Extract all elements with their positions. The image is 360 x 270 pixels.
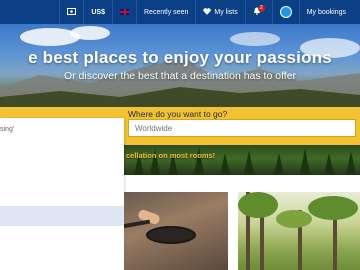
suggestion-option-highlighted[interactable] <box>0 206 124 226</box>
banknote-icon <box>67 7 77 17</box>
cloud <box>230 32 280 46</box>
my-lists-link[interactable]: My lists <box>195 0 244 24</box>
currency-label: US$ <box>91 8 105 16</box>
hero-title: e best places to enjoy your passions <box>28 48 332 67</box>
forest-banner <box>124 145 360 175</box>
destination-input[interactable] <box>128 119 356 137</box>
notifications-button[interactable]: 2 <box>244 0 272 24</box>
frying-pan-shape <box>146 226 196 244</box>
uk-flag-icon <box>120 9 129 15</box>
pan-handle-shape <box>124 219 151 229</box>
my-lists-label: My lists <box>214 8 238 16</box>
recently-seen-label: Recently seen <box>144 8 189 16</box>
my-bookings-link[interactable]: My bookings <box>298 0 360 24</box>
recently-seen-link[interactable]: Recently seen <box>136 0 195 24</box>
passion-card-cooking[interactable] <box>124 192 228 270</box>
promo-text: cellation on most rooms! <box>126 151 216 160</box>
currency-icon-button[interactable] <box>59 0 83 24</box>
top-nav: US$ Recently seen My lists 2 My bookings <box>0 0 360 24</box>
suggestions-panel: sing' <box>0 118 124 270</box>
destination-label: Where do you want to go? <box>128 109 228 119</box>
notification-badge: 2 <box>257 5 265 12</box>
suggestion-text: sing' <box>0 126 15 133</box>
heart-icon <box>203 7 212 17</box>
currency-selector[interactable]: US$ <box>83 0 112 24</box>
passion-card-nature[interactable] <box>238 192 360 270</box>
chat-bubble-icon <box>279 6 292 18</box>
chat-button[interactable] <box>271 0 299 24</box>
hero-subtitle: Or discover the best that a destination … <box>63 70 297 82</box>
hero-banner: e best places to enjoy your passions Or … <box>0 24 360 107</box>
language-selector[interactable] <box>112 0 136 24</box>
cloud <box>70 26 110 40</box>
my-bookings-label: My bookings <box>306 8 346 16</box>
